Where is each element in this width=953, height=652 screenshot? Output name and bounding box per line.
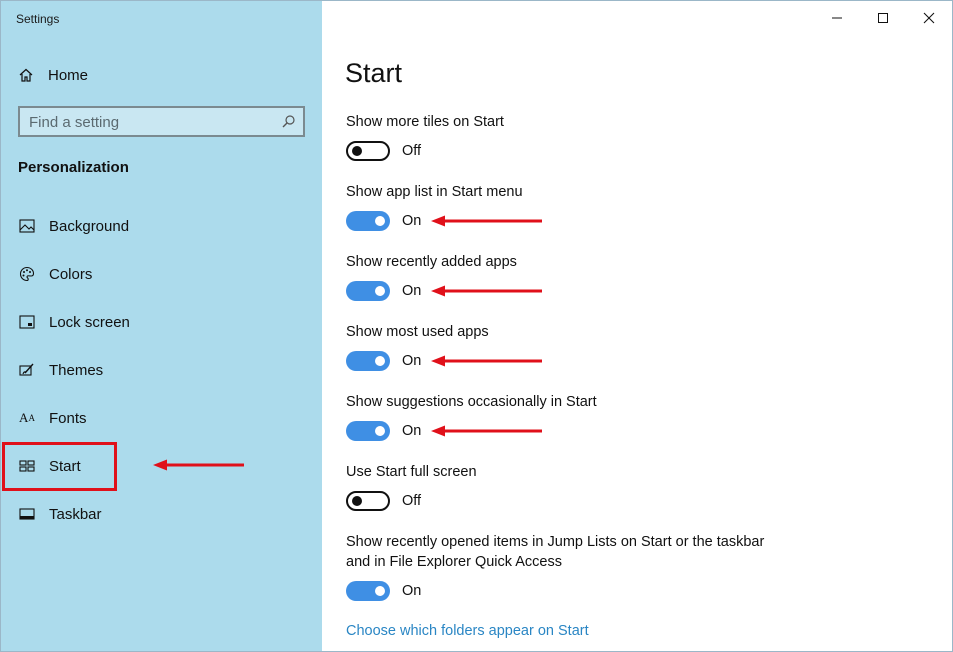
setting-label: Show recently opened items in Jump Lists…	[346, 534, 765, 550]
settings-window: Settings Home Personalization Background	[0, 0, 953, 652]
toggle-recently-added[interactable]	[346, 281, 390, 301]
toggle-suggestions[interactable]	[346, 421, 390, 441]
minimize-button[interactable]	[822, 7, 852, 29]
annotation-arrow	[153, 459, 244, 471]
minimize-icon	[832, 17, 842, 19]
sidebar-item-taskbar[interactable]: Taskbar	[18, 503, 102, 525]
annotation-arrow	[431, 285, 542, 297]
toggle-jump-lists[interactable]	[346, 581, 390, 601]
sidebar-item-colors[interactable]: Colors	[18, 263, 92, 285]
toggle-state: On	[402, 353, 422, 369]
search-box[interactable]	[18, 106, 305, 137]
setting-label: Show more tiles on Start	[346, 114, 504, 130]
sidebar: Settings Home Personalization Background	[1, 1, 322, 651]
taskbar-icon	[18, 505, 36, 523]
toggle-state: On	[402, 423, 422, 439]
home-icon	[19, 68, 33, 82]
annotation-arrow	[431, 215, 542, 227]
setting-label: Show most used apps	[346, 324, 489, 340]
section-title: Personalization	[18, 159, 129, 176]
setting-label: Use Start full screen	[346, 464, 477, 480]
setting-label: Show recently added apps	[346, 254, 517, 270]
sidebar-item-label: Taskbar	[49, 505, 102, 523]
toggle-state: On	[402, 583, 422, 599]
window-title: Settings	[16, 12, 60, 26]
page-title: Start	[345, 58, 403, 88]
sidebar-item-background[interactable]: Background	[18, 215, 129, 237]
sidebar-item-label: Colors	[49, 265, 93, 283]
home-label: Home	[48, 66, 89, 84]
themes-brush-icon	[18, 361, 36, 379]
annotation-arrow	[431, 355, 542, 367]
lock-screen-icon	[18, 313, 36, 331]
fonts-icon: AA	[19, 410, 35, 425]
choose-folders-link[interactable]: Choose which folders appear on Start	[346, 623, 589, 639]
toggle-most-used[interactable]	[346, 351, 390, 371]
annotation-arrow	[431, 425, 542, 437]
image-icon	[18, 217, 36, 235]
home-nav-item[interactable]: Home	[18, 65, 88, 85]
toggle-state: On	[402, 213, 422, 229]
setting-label: Show app list in Start menu	[346, 184, 523, 200]
setting-label: Show suggestions occasionally in Start	[346, 394, 597, 410]
toggle-state: Off	[402, 143, 422, 159]
sidebar-item-themes[interactable]: Themes	[18, 359, 103, 381]
start-highlight-box	[2, 442, 117, 491]
close-button[interactable]	[914, 7, 944, 29]
setting-label: and in File Explorer Quick Access	[346, 554, 562, 570]
toggle-more-tiles[interactable]	[346, 141, 390, 161]
toggle-state: Off	[402, 493, 422, 509]
toggle-app-list[interactable]	[346, 211, 390, 231]
search-icon[interactable]	[281, 114, 296, 129]
close-icon	[923, 12, 935, 24]
palette-icon	[18, 265, 36, 283]
toggle-full-screen[interactable]	[346, 491, 390, 511]
search-input[interactable]	[29, 113, 269, 131]
sidebar-item-label: Themes	[49, 361, 104, 379]
maximize-button[interactable]	[868, 7, 898, 29]
maximize-icon	[878, 13, 888, 23]
toggle-state: On	[402, 283, 422, 299]
sidebar-item-fonts[interactable]: AA Fonts	[18, 407, 87, 429]
sidebar-item-label: Background	[49, 217, 130, 235]
sidebar-item-label: Fonts	[49, 409, 87, 427]
sidebar-item-lock-screen[interactable]: Lock screen	[18, 311, 130, 333]
sidebar-item-label: Lock screen	[49, 313, 130, 331]
